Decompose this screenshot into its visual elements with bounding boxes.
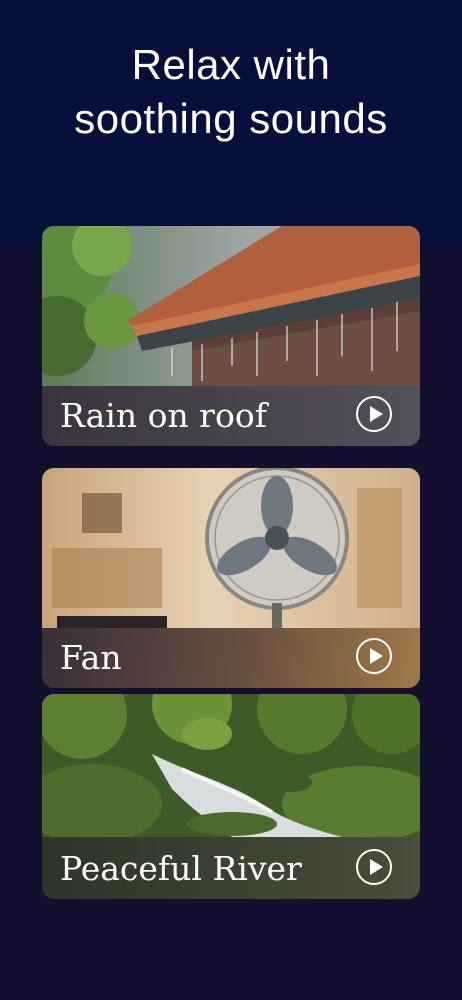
card-label: Fan: [60, 638, 122, 677]
play-circle-icon[interactable]: [356, 849, 392, 885]
card-label: Peaceful River: [60, 849, 302, 888]
page-title-line-1: Relax with: [131, 41, 331, 88]
sound-card-fan[interactable]: Fan: [42, 468, 420, 688]
fan-image: [42, 468, 420, 628]
page-title-line-2: soothing sounds: [74, 95, 388, 142]
card-title-bar: Peaceful River: [42, 837, 420, 899]
header: Relax with soothing sounds: [0, 0, 462, 250]
card-title-bar: Fan: [42, 628, 420, 688]
sound-card-rain-on-roof[interactable]: Rain on roof: [42, 226, 420, 446]
rain-on-roof-image: [42, 226, 420, 386]
card-title-bar: Rain on roof: [42, 386, 420, 446]
sound-card-peaceful-river[interactable]: Peaceful River: [42, 694, 420, 899]
play-circle-icon[interactable]: [356, 396, 392, 432]
play-circle-icon[interactable]: [356, 638, 392, 674]
page-title: Relax with soothing sounds: [0, 38, 462, 146]
peaceful-river-image: [42, 694, 420, 837]
card-label: Rain on roof: [60, 396, 267, 435]
